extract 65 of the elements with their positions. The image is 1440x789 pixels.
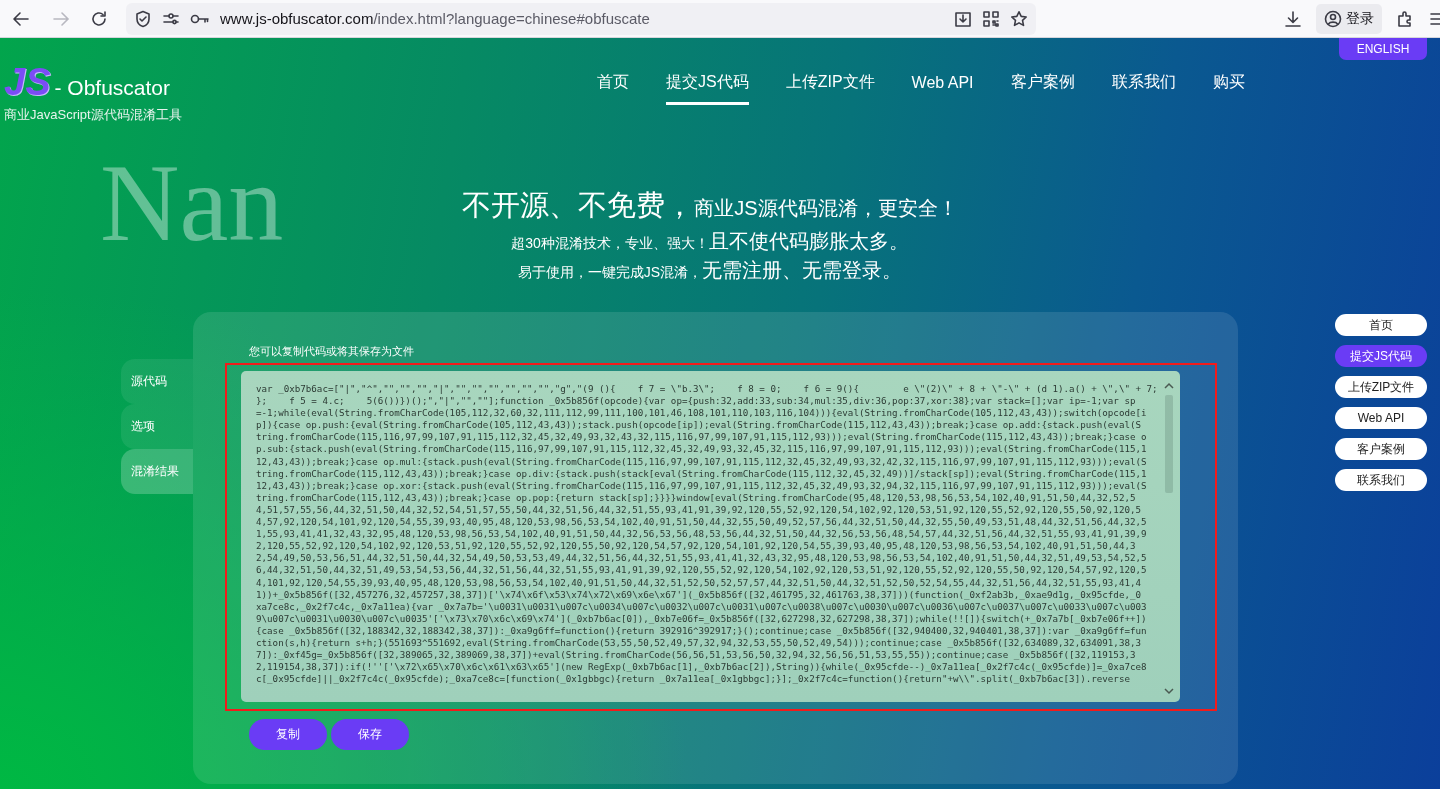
- action-button[interactable]: 复制: [249, 719, 327, 750]
- code-line: 4,51,57,55,56,44,32,51,50,44,32,52,54,51,57,55,50,44,32,51,56,44,32,51,55,93,41,91,39,92,120,55,52,92,120,54,102,92,120,53,51,92,120,55,52,92,120,55,50,92,120,5: [256, 503, 1142, 517]
- code-line: =-1;while(eval(String.fromCharCode(105,112,32,60,32,111,112,99,111,100,101,46,108,101,110,103,116,104))){eval(String.fromCharCode(105,112,43,43));switch(opcode[i: [256, 407, 1148, 420]
- download-icon[interactable]: [1284, 9, 1302, 28]
- panel-tab[interactable]: 源代码: [121, 359, 193, 404]
- code-line: 12,43,43));break;}case op.xor:{stack.push(eval(String.fromCharCode(115,116,97,99,107,91,115,112,32,45,32,49,93,32,94,32,115,116,97,99,107,91,115,112,93)));eval(S: [256, 479, 1148, 492]
- backdrop-text: Nan: [100, 148, 284, 258]
- code-line: {case _0x5b856f([32,188342,32,188342,38,37]):_0xa9g6ff=function(){return 392916^392917;}();continue;case _0x5b856f([32,940400,32,940401,38,37]):var _0xa9g6ff=fun: [256, 624, 1148, 637]
- nav-link[interactable]: 联系我们: [1111, 72, 1176, 105]
- headline: 不开源、不免费，商业JS源代码混淆，更安全！: [462, 188, 958, 223]
- code-line: c[_0x95cfde]||_0x2f7c4c(_0x95cfde);_0xa7ce8c=[function(_0x1gbbgc){return _0x7a11ea[_0x1gbbgc];}];_0x2f7c4c=function(){return"+w\\".split(_0xb7b6ac[3]).reverse: [256, 673, 1131, 686]
- code-line: 1))+_0x5b856f([32,457276,32,457257,38,37])['\x74\x6f\x53\x74\x72\x69\x6e\x67'](_0x5b856f([32,461795,32,461763,38,37]))(function(_0xf2ab3b,_0xae9d1g,_0x95cfde,_0: [256, 588, 1142, 601]
- nav-link[interactable]: 客户案例: [1010, 72, 1075, 105]
- scroll-down-icon[interactable]: [1161, 686, 1176, 696]
- shield-icon: [134, 9, 152, 28]
- code-line: ction(s,h){return s+h;}(551693^551692,eval(String.fromCharCode(53,55,50,52,49,57,32,94,32,53,55,50,52,49,54)));continue;case _0x5b856f([32,634089,32,634091,38,3: [256, 636, 1142, 650]
- account-icon: [1324, 9, 1342, 28]
- hint-text: 您可以复制代码或将其保存为文件: [249, 344, 415, 359]
- code-line: p]){case op.push:{eval(String.fromCharCode(105,112,43,43));stack.push(opcode[ip]);eval(String.fromCharCode(115,112,43,43));break;}case op.add:{stack.push(eval(S: [256, 419, 1142, 432]
- side-nav-link[interactable]: 上传ZIP文件: [1335, 376, 1427, 398]
- scrollbar-thumb[interactable]: [1164, 395, 1173, 493]
- extensions-icon[interactable]: [1396, 9, 1414, 28]
- code-line: var _0xb7b6ac=["|","^","","","","|","","","","","","","g","(9 (){ f 7 = \"b.3\"; f 8 = 0; f 6 = 9(){ e \"(2)\" + 8 + \"-\" + (d 1).a() + \",\" + 7;: [256, 383, 1158, 396]
- nav-link[interactable]: 首页: [597, 72, 629, 105]
- code-line: 2,54,49,50,53,56,51,44,32,51,50,44,32,54,49,50,53,53,49,44,32,51,56,44,32,51,55,93,41,41,32,43,32,95,48,120,53,98,56,53,54,102,40,91,51,50,44,32,51,49,53,54,52,5: [256, 552, 1148, 565]
- qr-code-icon[interactable]: [982, 9, 1000, 28]
- code-line: }; f 5 = 4.c; 5(6())})();","|","",""];function _0x5b856f(opcode){var op={push:32,add:33,sub:34,mul:35,div:36,pop:37,xor:38};var stack=[];var ip=-1;var sp: [256, 395, 1137, 408]
- code-line: 1,55,93,41,41,32,43,32,95,48,120,53,98,56,53,54,102,40,91,51,50,44,32,56,53,56,48,53,56,44,32,51,50,44,32,56,53,56,48,54,57,44,32,51,56,44,32,51,55,93,41,91,39,9: [256, 528, 1148, 541]
- nav-link[interactable]: 购买: [1212, 72, 1245, 105]
- code-line: 7]):_0xf45g=_0x5b856f([32,389065,32,389069,38,37])+eval(String.fromCharCode(56,56,51,53,56,50,32,94,32,56,56,51,53,55,55));continue;case _0x5b856f([32,119153,3: [256, 649, 1137, 662]
- code-line: tring.fromCharCode(115,112,43,43));break;}case op.div:{stack.push(stack[eval(String.fromCharCode(115,112,32,45,32,49))]/stack[sp]);eval(String.fromCharCode(115,1: [256, 467, 1148, 480]
- tagline: 商业JavaScript源代码混淆工具: [4, 106, 183, 124]
- save-page-icon[interactable]: [954, 9, 972, 28]
- back-icon[interactable]: [12, 9, 30, 28]
- code-line: 6,44,32,51,50,44,32,51,49,53,54,53,56,44,32,51,56,44,32,51,55,93,41,91,39,92,120,55,52,92,120,54,102,92,120,53,51,92,120,55,52,92,120,55,50,92,120,54,57,92,120,5: [256, 564, 1148, 577]
- code-line: 2,119154,38,37]):if(!''['\x72\x65\x70\x6c\x61\x63\x65'](new RegExp(_0xb7b6ac[1],_0xb7b6ac[2]),String)){while(_0x95cfde--)_0x7a11ea[_0x2f7c4c(_0x95cfde)]=_0xa7ce8: [256, 661, 1148, 674]
- code-line: tring.fromCharCode(115,116,97,99,107,91,115,112,32,45,32,49,93,32,43,32,115,116,97,99,107,91,115,112,93)));eval(String.fromCharCode(115,112,43,43));break;}case o: [256, 431, 1148, 444]
- sign-in-button[interactable]: 登录: [1316, 3, 1382, 34]
- code-line: xa7ce8c,_0x2f7c4c,_0x7a11ea){var _0x7a7b='\u0031\u0031\u007c\u0034\u007c\u0032\u007c\u0031\u007c\u0038\u007c\u0030\u007c\u0036\u007c\u0037\u007c\u0033\u007c\u003: [256, 600, 1148, 613]
- side-nav-link[interactable]: 客户案例: [1335, 438, 1427, 460]
- code-line: p.sub:{stack.push(eval(String.fromCharCode(115,116,97,99,107,91,115,112,32,45,32,49,93,32,45,32,115,116,97,99,107,91,115,112,93)));eval(String.fromCharCode(115,1: [256, 443, 1148, 456]
- side-nav-link[interactable]: 联系我们: [1335, 469, 1427, 491]
- headline: 易于使用，一键完成JS混淆，无需注册、无需登录。: [517, 258, 903, 283]
- action-button[interactable]: 保存: [331, 719, 409, 750]
- code-line: 12,43,43));break;}case op.mul:{stack.push(eval(String.fromCharCode(115,116,97,99,107,91,115,112,32,45,32,49,93,32,42,32,115,116,97,99,107,91,115,112,93)));eval(S: [256, 455, 1148, 468]
- code-line: 2,120,55,52,92,120,54,102,92,120,53,51,92,120,55,52,92,120,55,50,92,120,54,57,92,120,54,101,92,120,54,55,39,93,40,95,48,120,53,98,56,53,54,102,40,91,51,50,44,3: [256, 540, 1137, 553]
- nav-link[interactable]: Web API: [911, 72, 974, 105]
- code-line: 4,57,92,120,54,101,92,120,54,55,39,93,40,95,48,120,53,98,56,53,54,102,40,91,51,50,44,32,55,50,49,52,57,56,44,32,51,50,44,32,55,50,49,53,51,48,44,32,51,56,44,32,5: [256, 516, 1148, 529]
- side-nav-link[interactable]: 首页: [1335, 314, 1427, 336]
- nav-link[interactable]: 上传ZIP文件: [785, 72, 875, 105]
- side-nav-link[interactable]: 提交JS代码: [1335, 345, 1427, 367]
- panel-tab[interactable]: 选项: [121, 404, 193, 449]
- headline: 超30种混淆技术，专业、强大！且不使代码膨胀太多。: [511, 229, 909, 254]
- code-line: 9\u007c\u0031\u0030\u007c\u0035'['\x73\x70\x6c\x69\x74'](_0xb7b6ac[0]),_0xb7e06f=_0x5b856f([32,627298,32,627298,38,37]);while(!![]){switch(+_0x7a7b[_0xb7e06f++]): [256, 612, 1148, 625]
- code-line: tring.fromCharCode(115,112,43,43));break;}case op.pop:{return stack[sp];}}}}window[eval(String.fromCharCode(95,48,120,53,98,56,53,54,102,40,91,51,50,44,32,52,5: [256, 491, 1137, 504]
- logo-mark: JS: [4, 62, 51, 102]
- logo-name: - Obfuscator: [54, 76, 171, 100]
- url-text: www.js-obfuscator.com/index.html?language=chinese#obfuscate: [220, 10, 650, 27]
- language-button[interactable]: ENGLISH: [1339, 38, 1427, 60]
- address-bar[interactable]: www.js-obfuscator.com/index.html?language=chinese#obfuscate: [126, 2, 1036, 35]
- star-icon[interactable]: [1010, 9, 1028, 28]
- code-line: 4,101,92,120,54,55,39,93,40,95,48,120,53,98,56,53,54,102,40,91,51,50,44,32,51,52,50,52,57,57,44,32,51,50,44,32,51,52,50,52,54,55,44,32,51,56,44,32,51,55,93,41,4: [256, 576, 1142, 589]
- side-nav-link[interactable]: Web API: [1335, 407, 1427, 429]
- nav-link[interactable]: 提交JS代码: [666, 72, 749, 105]
- reload-icon[interactable]: [90, 9, 108, 28]
